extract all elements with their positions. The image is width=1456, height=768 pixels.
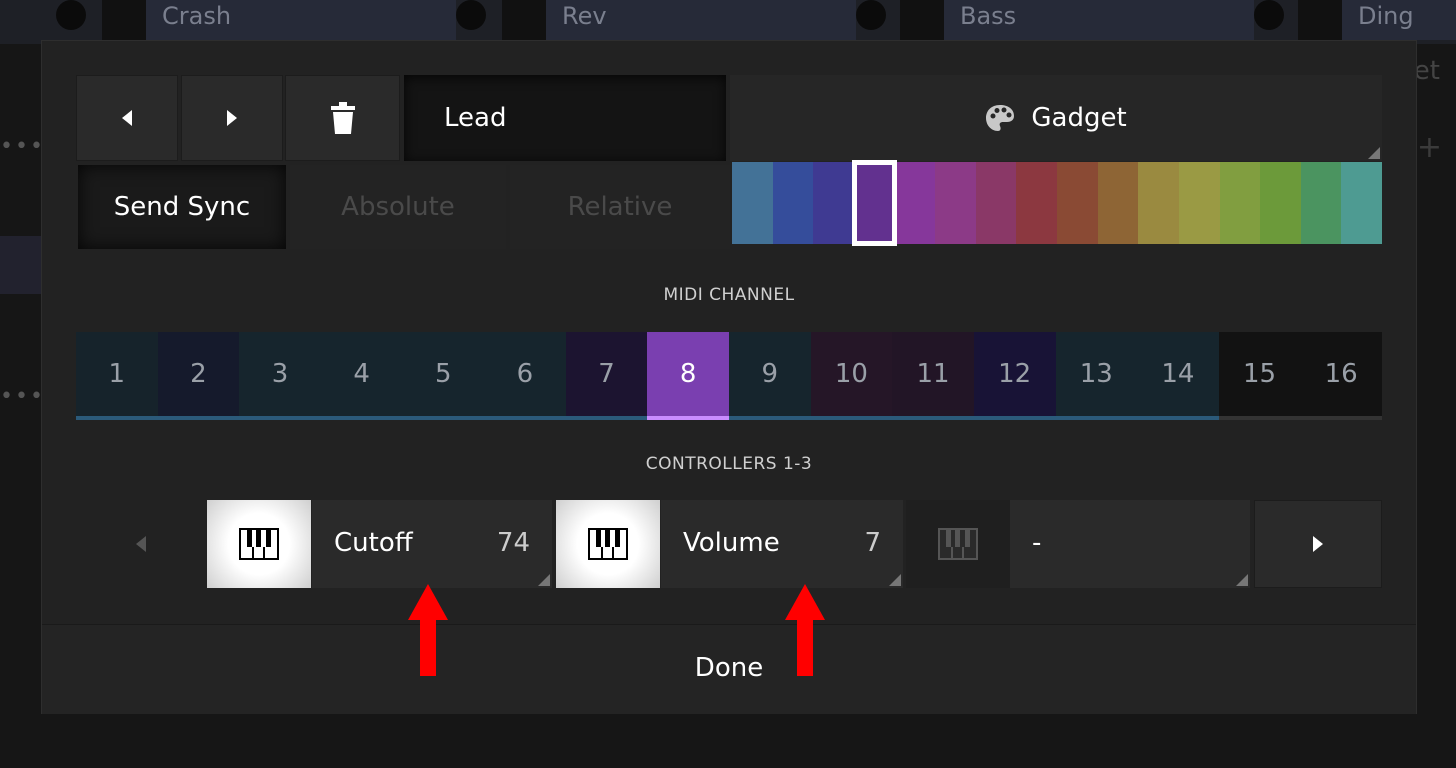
dropdown-corner-icon: [538, 574, 550, 586]
controller-2-piano-button[interactable]: [556, 500, 660, 588]
color-swatch[interactable]: [1097, 162, 1139, 244]
dropdown-corner-icon: [1368, 147, 1380, 159]
done-button[interactable]: Done: [42, 624, 1416, 714]
controller-1-field[interactable]: Cutoff 74: [312, 500, 552, 588]
dropdown-corner-icon: [889, 574, 901, 586]
midi-channel-1-button[interactable]: 1: [76, 332, 158, 420]
color-swatch[interactable]: [1057, 162, 1098, 244]
piano-keys-icon: [938, 528, 978, 560]
triangle-left-icon: [136, 536, 146, 552]
side-track-slot: [0, 236, 44, 294]
pad-name-input[interactable]: Lead: [404, 75, 726, 161]
color-swatch[interactable]: [1260, 162, 1301, 244]
palette-icon: [986, 105, 1015, 131]
track-ding: Ding: [1342, 0, 1456, 40]
send-sync-button[interactable]: Send Sync: [78, 165, 286, 249]
controllers-label: CONTROLLERS 1-3: [645, 454, 813, 474]
midi-channel-label: MIDI CHANNEL: [663, 285, 795, 305]
midi-channel-6-button[interactable]: 6: [484, 332, 566, 420]
controller-1-name: Cutoff: [334, 528, 413, 558]
color-swatch[interactable]: [1016, 162, 1057, 244]
track-rev: Rev: [546, 0, 856, 40]
color-swatch[interactable]: [1138, 162, 1179, 244]
midi-channel-16-button[interactable]: 16: [1300, 332, 1382, 420]
controller-1-piano-button[interactable]: [207, 500, 311, 588]
triangle-right-icon: [227, 110, 237, 126]
midi-channel-14-button[interactable]: 14: [1137, 332, 1219, 420]
side-dots-icon: •••: [0, 384, 45, 409]
color-swatch[interactable]: [1178, 162, 1220, 244]
controllers-prev-button[interactable]: [76, 500, 206, 588]
track-slot: [1298, 0, 1342, 40]
track-knob-icon: [56, 0, 86, 30]
color-swatch[interactable]: [1219, 162, 1261, 244]
color-swatch[interactable]: [975, 162, 1017, 244]
controller-3-name: -: [1032, 528, 1042, 558]
plus-icon: +: [1416, 130, 1442, 165]
midi-channel-10-button[interactable]: 10: [810, 332, 893, 420]
delete-button[interactable]: [285, 75, 400, 161]
track-knob-icon: [1254, 0, 1284, 30]
track-slot: [502, 0, 546, 40]
piano-keys-icon: [588, 528, 628, 560]
midi-channel-11-button[interactable]: 11: [892, 332, 974, 420]
track-knob-icon: [856, 0, 886, 30]
midi-channel-15-button[interactable]: 15: [1218, 332, 1301, 420]
midi-channel-12-button[interactable]: 12: [973, 332, 1056, 420]
color-swatch[interactable]: [894, 162, 936, 244]
controllers-next-button[interactable]: [1254, 500, 1382, 588]
trash-icon: [330, 102, 355, 134]
triangle-right-icon: [1313, 536, 1323, 552]
color-swatch[interactable]: [1341, 162, 1382, 244]
track-bass: Bass: [944, 0, 1254, 40]
midi-channel-4-button[interactable]: 4: [320, 332, 403, 420]
color-swatch[interactable]: [772, 162, 814, 244]
midi-channel-selector: 1 2 3 4 5 6 7 8 9 10 11 12 13 14 15 16: [76, 332, 1382, 420]
track-slot: [102, 0, 146, 40]
track-slot: [900, 0, 944, 40]
midi-channel-2-button[interactable]: 2: [157, 332, 240, 420]
track-knob-icon: [456, 0, 486, 30]
color-palette: [732, 160, 1382, 246]
color-swatch[interactable]: [935, 162, 976, 244]
color-swatch[interactable]: [732, 162, 773, 244]
triangle-left-icon: [122, 110, 132, 126]
track-label: Crash: [162, 2, 232, 30]
previous-button[interactable]: [76, 75, 178, 161]
next-button[interactable]: [181, 75, 283, 161]
controller-3-piano-button[interactable]: [906, 500, 1010, 588]
track-label: Ding: [1358, 2, 1414, 30]
background-label: et: [1413, 56, 1440, 86]
annotation-arrow-up-icon: [785, 584, 825, 676]
controller-1-number: 74: [496, 528, 530, 558]
controller-2-number: 7: [864, 528, 881, 558]
controller-2-name: Volume: [683, 528, 780, 558]
midi-channel-13-button[interactable]: 13: [1055, 332, 1138, 420]
midi-channel-7-button[interactable]: 7: [565, 332, 648, 420]
midi-channel-5-button[interactable]: 5: [402, 332, 485, 420]
midi-channel-8-button[interactable]: 8: [647, 332, 729, 420]
color-swatch[interactable]: [1300, 162, 1342, 244]
piano-keys-icon: [239, 528, 279, 560]
dropdown-corner-icon: [1236, 574, 1248, 586]
absolute-mode-button[interactable]: Absolute: [290, 165, 506, 249]
track-crash: Crash: [146, 0, 456, 40]
device-select-button[interactable]: Gadget: [730, 75, 1382, 161]
controller-3-field[interactable]: -: [1010, 500, 1250, 588]
color-swatch[interactable]: [851, 160, 897, 246]
color-swatch[interactable]: [813, 162, 854, 244]
pad-settings-modal: Lead Gadget Send Sync Absolute Relative …: [42, 41, 1416, 714]
side-dots-icon: •••: [0, 134, 45, 159]
track-label: Bass: [960, 2, 1017, 30]
midi-channel-3-button[interactable]: 3: [239, 332, 321, 420]
device-label: Gadget: [1031, 103, 1127, 133]
relative-mode-button[interactable]: Relative: [510, 165, 730, 249]
controller-2-field[interactable]: Volume 7: [661, 500, 903, 588]
midi-channel-9-button[interactable]: 9: [729, 332, 811, 420]
annotation-arrow-up-icon: [408, 584, 448, 676]
track-label: Rev: [562, 2, 607, 30]
